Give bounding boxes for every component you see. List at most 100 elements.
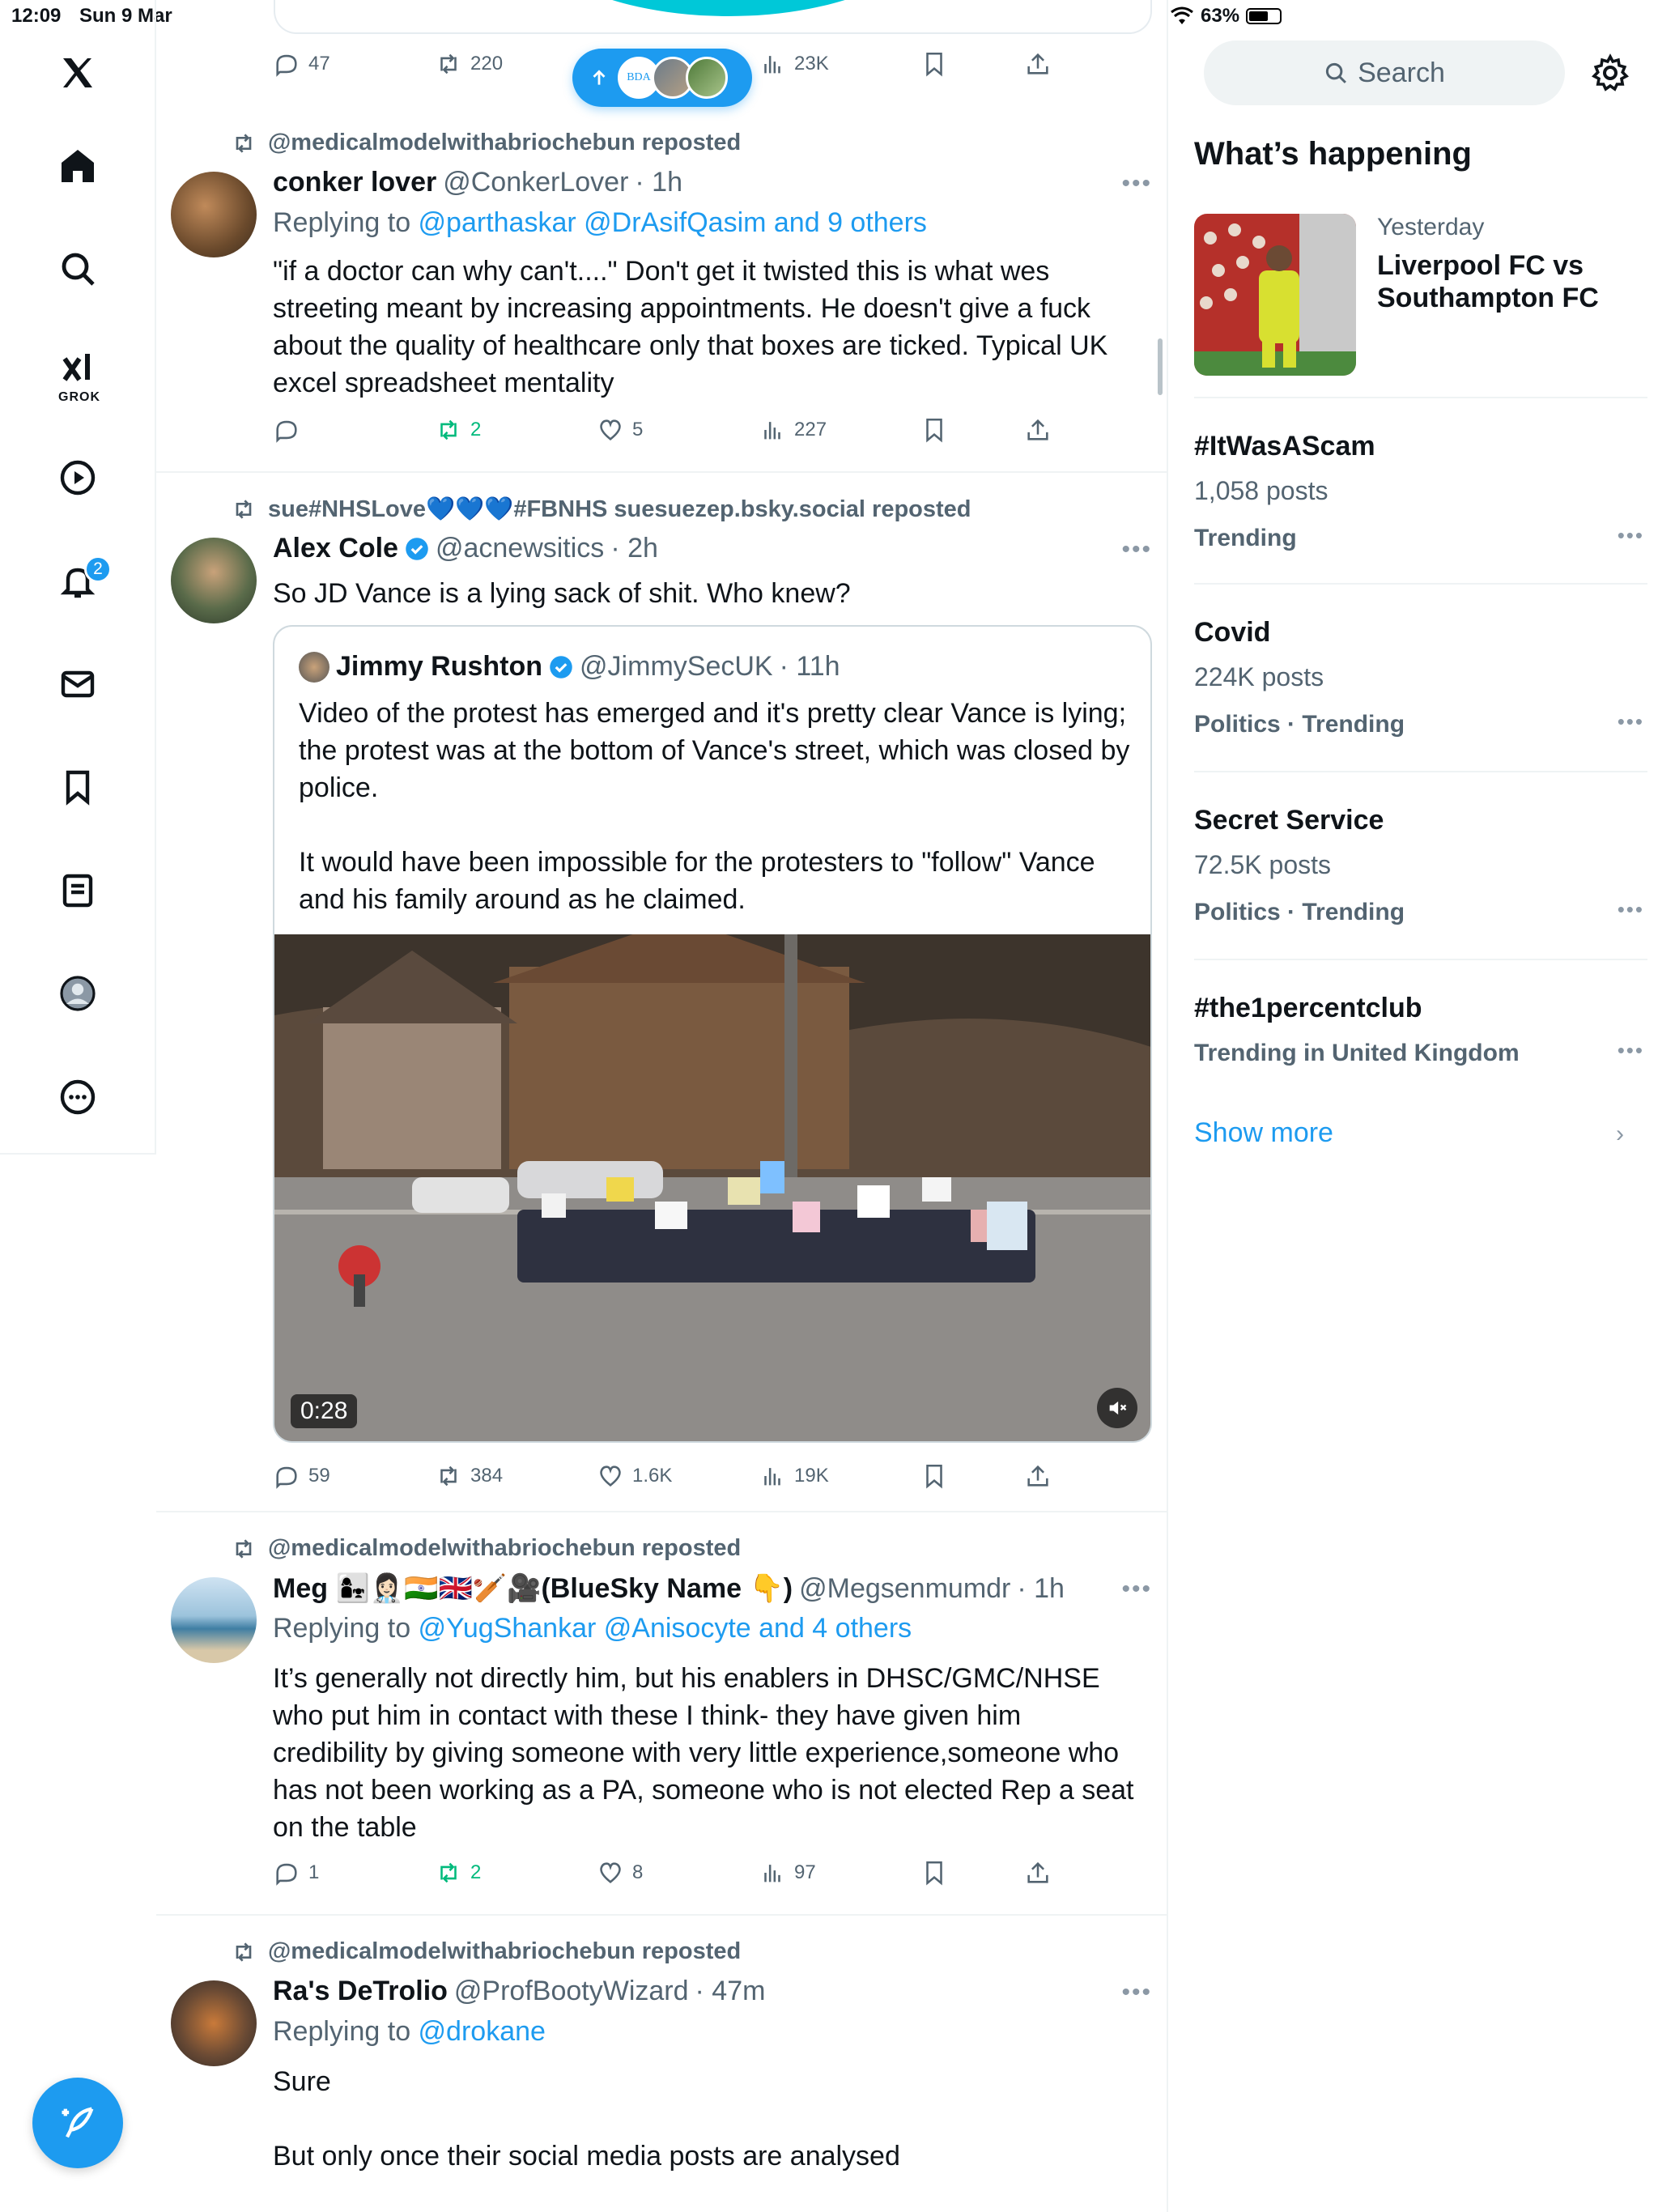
- bookmarks-icon[interactable]: [37, 747, 118, 827]
- views-button[interactable]: 19K: [759, 1462, 829, 1490]
- lists-icon[interactable]: [37, 850, 118, 931]
- repost-button[interactable]: 2: [435, 416, 481, 444]
- post-conker-lover[interactable]: @medicalmodelwithabriochebun reposted co…: [156, 107, 1168, 473]
- bookmark-button[interactable]: [920, 1859, 948, 1887]
- scroll-indicator[interactable]: [1158, 338, 1163, 395]
- show-more-link[interactable]: Show more: [1194, 1117, 1333, 1149]
- compose-post-button[interactable]: [32, 2078, 123, 2168]
- explore-search-icon[interactable]: [37, 228, 118, 309]
- x-logo-icon[interactable]: [37, 32, 118, 113]
- author-handle[interactable]: @ConkerLover: [443, 167, 628, 198]
- author-name[interactable]: Ra's DeTrolio: [273, 1976, 448, 2007]
- repost-attribution: sue#NHSLove💙💙💙#FBNHS suesuezep.bsky.soci…: [231, 496, 971, 523]
- trend-item[interactable]: #the1percentclub Trending in United King…: [1194, 959, 1647, 1080]
- views-count: 23K: [794, 53, 829, 74]
- profile-avatar-icon[interactable]: [37, 953, 118, 1034]
- post-more-icon[interactable]: •••: [1121, 1979, 1152, 2006]
- trend-context: Trending in United Kingdom: [1194, 1040, 1520, 1066]
- trend-more-icon[interactable]: •••: [1618, 897, 1644, 922]
- like-count: 8: [632, 1861, 644, 1883]
- like-button[interactable]: 1.6K: [597, 1462, 672, 1490]
- settings-gear-icon[interactable]: [1591, 53, 1630, 92]
- previous-post-media[interactable]: ●●●: [274, 0, 1152, 34]
- author-name[interactable]: Meg 👩‍👧👩🏻‍⚕️🇮🇳🇬🇧🏏🎥(BlueSky Name 👇): [273, 1572, 793, 1605]
- avatar[interactable]: [171, 172, 257, 257]
- views-button[interactable]: 97: [759, 1859, 816, 1887]
- video-duration: 0:28: [291, 1394, 358, 1428]
- avatar[interactable]: [171, 1980, 257, 2066]
- avatar[interactable]: [171, 538, 257, 623]
- trend-item[interactable]: #ItWasAScam 1,058 posts Trending •••: [1194, 397, 1647, 583]
- share-button[interactable]: [1024, 50, 1052, 78]
- repost-button[interactable]: 220: [435, 50, 503, 78]
- like-button[interactable]: 5: [597, 416, 643, 444]
- author-handle[interactable]: @Megsenmumdr: [799, 1573, 1010, 1605]
- author-handle[interactable]: @ProfBootyWizard: [454, 1976, 689, 2007]
- more-options-icon[interactable]: [37, 1057, 118, 1138]
- views-button[interactable]: 227: [759, 416, 827, 444]
- reply-icon: [276, 1863, 297, 1886]
- quoted-post-time: · 11h: [779, 651, 840, 682]
- avatar[interactable]: [171, 1577, 257, 1663]
- author-handle[interactable]: @acnewsitics: [436, 533, 604, 564]
- bookmark-button[interactable]: [920, 1462, 948, 1490]
- author-name[interactable]: conker lover: [273, 167, 436, 198]
- trend-item[interactable]: Secret Service 72.5K posts Politics · Tr…: [1194, 771, 1647, 959]
- search-placeholder: Search: [1358, 57, 1445, 88]
- new-posts-pill[interactable]: BDA: [572, 49, 752, 107]
- quoted-author-handle: @JimmySecUK: [580, 651, 773, 682]
- replying-to-prefix: Replying to: [273, 207, 419, 238]
- post-actions: 59 384 1.6K 19K: [273, 1462, 1082, 1498]
- post-more-icon[interactable]: •••: [1121, 170, 1152, 198]
- post-alex-cole[interactable]: sue#NHSLove💙💙💙#FBNHS suesuezep.bsky.soci…: [156, 473, 1168, 1512]
- home-icon[interactable]: [37, 125, 118, 206]
- author-name[interactable]: Alex Cole: [273, 533, 398, 564]
- trend-name: #the1percentclub: [1194, 993, 1422, 1023]
- bookmark-icon: [926, 418, 942, 443]
- featured-trend[interactable]: Yesterday Liverpool FC vs Southampton FC: [1194, 214, 1656, 376]
- heart-icon: [600, 419, 621, 440]
- messages-envelope-icon[interactable]: [37, 644, 118, 725]
- timeline[interactable]: ●●● 47 220 23K BDA @medicalmodelwithabri…: [156, 0, 1168, 2212]
- trend-count: 1,058 posts: [1194, 476, 1329, 505]
- post-meg[interactable]: @medicalmodelwithabriochebun reposted Me…: [156, 1512, 1168, 1916]
- search-input[interactable]: Search: [1204, 40, 1565, 105]
- video-player[interactable]: 0:28: [274, 934, 1150, 1441]
- speaker-muted-icon: [1109, 1401, 1127, 1415]
- post-ras-detrolio[interactable]: @medicalmodelwithabriochebun reposted Ra…: [156, 1916, 1168, 2212]
- trend-more-icon[interactable]: •••: [1618, 523, 1644, 548]
- like-button[interactable]: 8: [597, 1859, 643, 1887]
- video-play-icon[interactable]: [37, 437, 118, 518]
- notification-badge: 2: [84, 555, 112, 583]
- battery-icon: [1246, 8, 1282, 24]
- views-button[interactable]: 23K: [759, 50, 829, 78]
- trend-item[interactable]: Covid 224K posts Politics · Trending •••: [1194, 583, 1647, 771]
- whats-happening-title: What’s happening: [1194, 136, 1472, 172]
- mute-button[interactable]: [1097, 1388, 1137, 1428]
- repost-button[interactable]: 2: [435, 1859, 481, 1887]
- reply-button[interactable]: [273, 416, 308, 444]
- bookmark-button[interactable]: [920, 50, 948, 78]
- post-header: Ra's DeTrolio @ProfBootyWizard · 47m: [273, 1976, 765, 2007]
- notifications-bell-icon[interactable]: [37, 541, 118, 622]
- replying-to-links[interactable]: @parthaskar @DrAsifQasim and 9 others: [419, 207, 927, 238]
- trend-more-icon[interactable]: •••: [1618, 709, 1644, 734]
- trend-more-icon[interactable]: •••: [1618, 1038, 1644, 1063]
- quoted-post[interactable]: Jimmy Rushton @JimmySecUK · 11h Video of…: [273, 625, 1152, 1443]
- share-button[interactable]: [1024, 416, 1052, 444]
- post-header: conker lover @ConkerLover · 1h: [273, 167, 682, 198]
- battery-percent: 63%: [1201, 5, 1240, 27]
- post-more-icon[interactable]: •••: [1121, 536, 1152, 564]
- bookmark-button[interactable]: [920, 416, 948, 444]
- repost-button[interactable]: 384: [435, 1462, 503, 1490]
- share-button[interactable]: [1024, 1859, 1052, 1887]
- repost-icon: [440, 1862, 457, 1883]
- reply-button[interactable]: 47: [273, 50, 330, 78]
- reply-button[interactable]: 1: [273, 1859, 319, 1887]
- reply-button[interactable]: 59: [273, 1462, 330, 1490]
- replying-to-links[interactable]: @drokane: [419, 2016, 546, 2047]
- post-more-icon[interactable]: •••: [1121, 1576, 1152, 1603]
- post-time: · 47m: [695, 1976, 766, 2006]
- replying-to-links[interactable]: @YugShankar @Anisocyte and 4 others: [419, 1613, 912, 1644]
- share-button[interactable]: [1024, 1462, 1052, 1490]
